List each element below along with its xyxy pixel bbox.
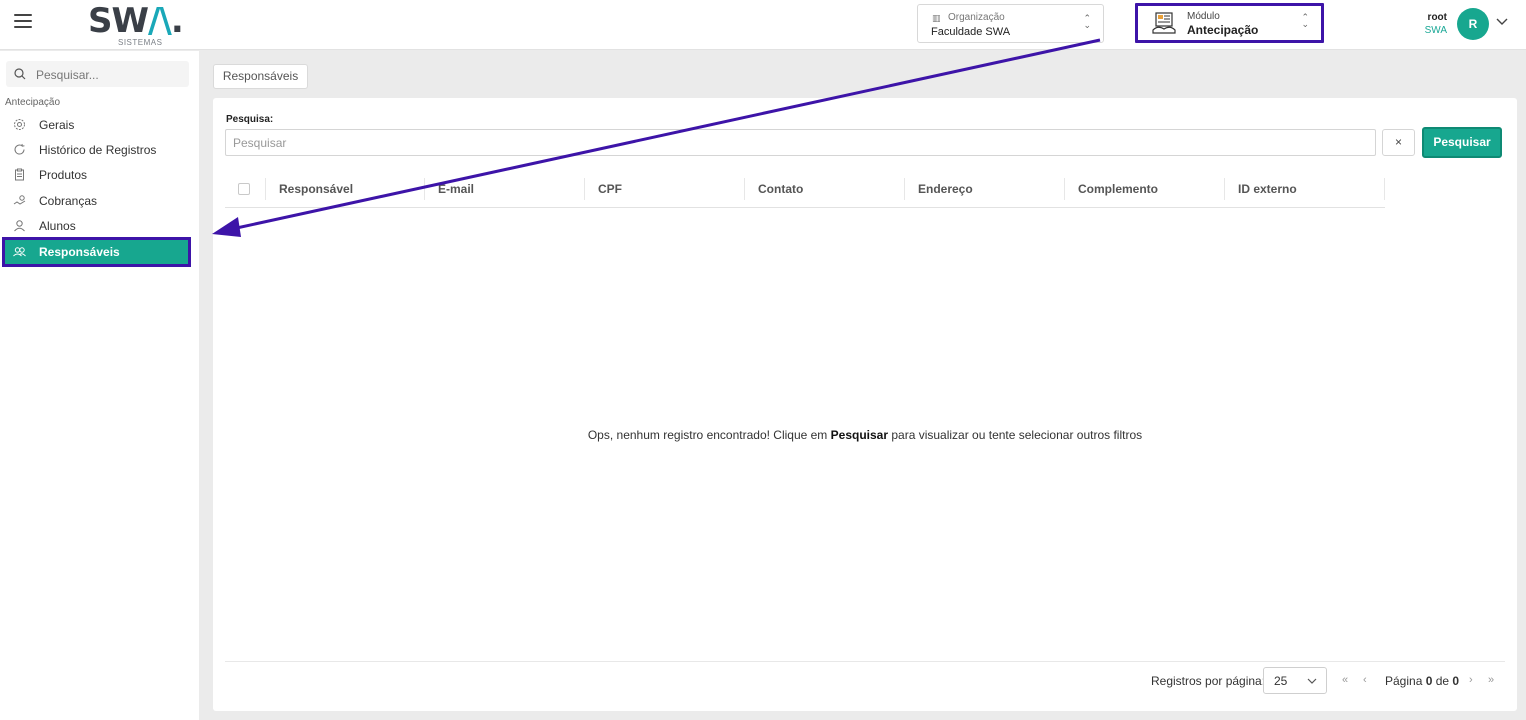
- sidebar: Pesquisar... Antecipação Gerais Históric…: [0, 51, 199, 720]
- per-page-value: 25: [1274, 674, 1288, 688]
- module-value: Antecipação: [1187, 23, 1259, 37]
- sidebar-item-responsaveis[interactable]: Responsáveis: [2, 237, 191, 267]
- page-info: Página 0 de 0: [1385, 674, 1460, 688]
- sidebar-search-input[interactable]: Pesquisar...: [6, 61, 189, 87]
- sidebar-item-label: Histórico de Registros: [39, 143, 157, 157]
- user-organization: SWA: [1424, 25, 1447, 36]
- column-header[interactable]: E-mail: [425, 178, 585, 200]
- chevron-down-icon: [1307, 678, 1317, 684]
- previous-page-icon[interactable]: ‹: [1363, 674, 1367, 686]
- sidebar-item-label: Gerais: [39, 118, 75, 132]
- updown-caret-icon: ⌃ ⌄: [1301, 12, 1309, 29]
- search-label: Pesquisa:: [226, 114, 274, 125]
- table-header: Responsável E-mail CPF Contato Endereço …: [225, 178, 1385, 208]
- main-card: Pesquisa: × Pesquisar Responsável E-mail…: [213, 98, 1517, 711]
- per-page-select[interactable]: 25: [1263, 667, 1327, 694]
- sidebar-search-placeholder: Pesquisar...: [36, 68, 99, 82]
- sidebar-section-title: Antecipação: [5, 97, 61, 108]
- column-header[interactable]: Contato: [745, 178, 905, 200]
- building-icon: ▥: [932, 13, 941, 23]
- organization-label: Organização: [948, 12, 1005, 23]
- sidebar-item-produtos[interactable]: Produtos: [5, 163, 188, 187]
- money-icon: [13, 195, 26, 205]
- user-menu[interactable]: root SWA R: [1420, 6, 1520, 42]
- first-page-icon[interactable]: «: [1342, 674, 1348, 686]
- column-header[interactable]: Complemento: [1065, 178, 1225, 200]
- module-label: Módulo: [1187, 11, 1220, 22]
- clipboard-icon: [15, 168, 24, 181]
- column-header[interactable]: CPF: [585, 178, 745, 200]
- updown-caret-icon: ⌃ ⌄: [1083, 13, 1091, 30]
- search-input[interactable]: [225, 129, 1376, 156]
- sidebar-item-historico[interactable]: Histórico de Registros: [5, 138, 188, 162]
- last-page-icon[interactable]: »: [1488, 674, 1494, 686]
- next-page-icon[interactable]: ›: [1469, 674, 1473, 686]
- sidebar-item-label: Responsáveis: [39, 245, 120, 259]
- logo-subtitle: SISTEMAS: [118, 38, 163, 47]
- organization-selector[interactable]: ▥ Organização Faculdade SWA ⌃ ⌄: [917, 4, 1104, 43]
- module-illustration-icon: [1152, 12, 1176, 34]
- module-selector[interactable]: Módulo Antecipação ⌃ ⌄: [1135, 3, 1324, 43]
- column-header[interactable]: Responsável: [265, 178, 425, 200]
- divider: [225, 661, 1505, 662]
- empty-state-message: Ops, nenhum registro encontrado! Clique …: [587, 428, 1143, 442]
- sidebar-item-gerais[interactable]: Gerais: [5, 113, 188, 137]
- column-header[interactable]: Endereço: [905, 178, 1065, 200]
- sidebar-item-cobrancas[interactable]: Cobranças: [5, 189, 188, 213]
- sidebar-item-label: Alunos: [39, 219, 76, 233]
- select-all-checkbox[interactable]: [238, 183, 250, 195]
- history-icon: [14, 143, 25, 155]
- tab-responsaveis[interactable]: Responsáveis: [213, 64, 308, 89]
- search-icon: [14, 68, 26, 80]
- search-button[interactable]: Pesquisar: [1422, 127, 1502, 158]
- gear-icon: [14, 119, 25, 130]
- avatar[interactable]: R: [1457, 8, 1489, 40]
- user-name: root: [1427, 12, 1447, 23]
- column-header[interactable]: ID externo: [1225, 178, 1385, 200]
- users-icon: [13, 247, 26, 257]
- top-header: SW/\. SISTEMAS ▥ Organização Faculdade S…: [0, 0, 1526, 50]
- sidebar-item-alunos[interactable]: Alunos: [5, 214, 188, 238]
- hamburger-menu-icon[interactable]: [14, 14, 32, 30]
- swa-logo[interactable]: SW/\. SISTEMAS: [88, 4, 188, 48]
- sidebar-item-label: Cobranças: [39, 194, 98, 208]
- organization-value: Faculdade SWA: [931, 26, 1011, 38]
- clear-button[interactable]: ×: [1382, 129, 1415, 156]
- per-page-label: Registros por página:: [1151, 674, 1266, 688]
- chevron-down-icon[interactable]: [1495, 14, 1509, 28]
- sidebar-item-label: Produtos: [39, 168, 88, 182]
- user-icon: [14, 220, 25, 232]
